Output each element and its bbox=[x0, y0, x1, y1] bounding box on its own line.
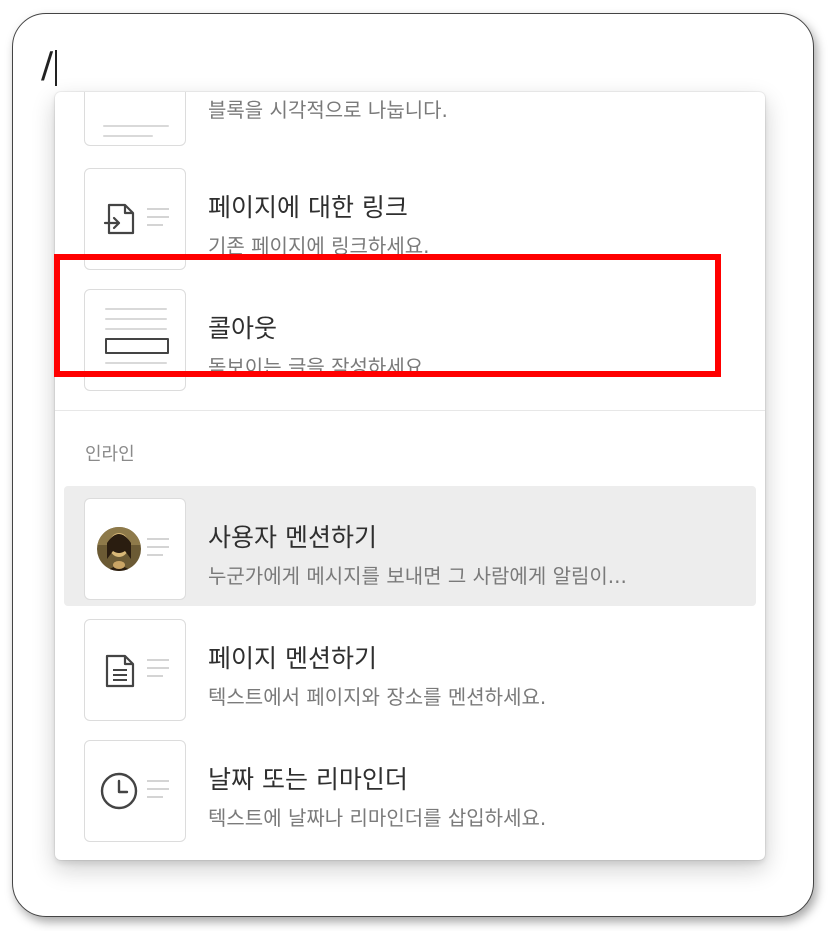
menu-item-mention-page[interactable]: 페이지 멘션하기 텍스트에서 페이지와 장소를 멘션하세요. bbox=[64, 607, 756, 727]
menu-item-title: 페이지에 대한 링크 bbox=[208, 193, 408, 222]
menu-item-title: 페이지 멘션하기 bbox=[208, 644, 377, 673]
section-divider bbox=[55, 410, 765, 411]
menu-item-desc: 텍스트에서 페이지와 장소를 멘션하세요. bbox=[208, 685, 547, 709]
clock-icon bbox=[84, 740, 186, 842]
menu-item-divider[interactable]: 블록을 시각적으로 나눕니다. bbox=[64, 92, 756, 152]
section-label-inline: 인라인 bbox=[85, 444, 135, 465]
menu-item-desc: 텍스트에 날짜나 리마인더를 삽입하세요. bbox=[208, 806, 547, 830]
menu-item-desc: 블록을 시각적으로 나눕니다. bbox=[208, 98, 448, 122]
app-window: / 블록을 시각적으로 나눕니다. 페이지에 대한 링크 기존 페이지에 링크하… bbox=[12, 13, 814, 917]
page-icon bbox=[84, 619, 186, 721]
menu-item-title: 날짜 또는 리마인더 bbox=[208, 765, 408, 794]
slash-command-menu: 블록을 시각적으로 나눕니다. 페이지에 대한 링크 기존 페이지에 링크하세요… bbox=[55, 92, 765, 860]
menu-item-mention-person[interactable]: 사용자 멘션하기 누군가에게 메시지를 보내면 그 사람에게 알림이... bbox=[64, 486, 756, 606]
menu-item-date-reminder[interactable]: 날짜 또는 리마인더 텍스트에 날짜나 리마인더를 삽입하세요. bbox=[64, 728, 756, 848]
editor-typed-text[interactable]: / bbox=[41, 44, 53, 88]
menu-item-partial-bottom[interactable] bbox=[64, 849, 756, 860]
avatar-icon bbox=[84, 498, 186, 600]
menu-item-title: 사용자 멘션하기 bbox=[208, 523, 377, 552]
annotation-highlight-box bbox=[54, 254, 721, 377]
divider-icon bbox=[84, 92, 186, 146]
text-caret bbox=[55, 50, 57, 86]
menu-item-desc: 누군가에게 메시지를 보내면 그 사람에게 알림이... bbox=[208, 564, 627, 588]
